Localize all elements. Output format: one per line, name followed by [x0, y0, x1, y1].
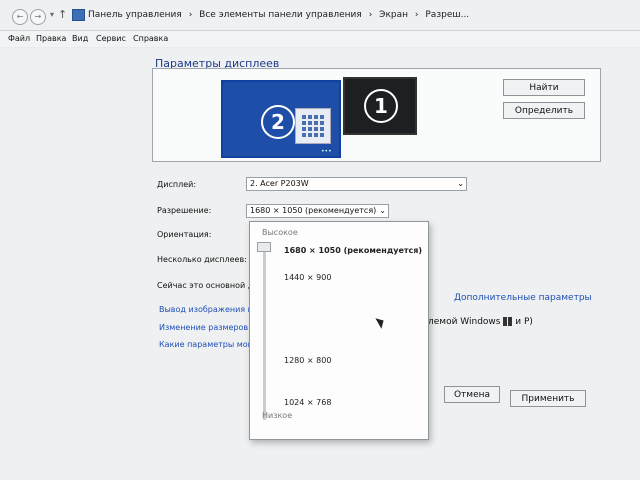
display-select[interactable]: 2. Acer P203W ⌄	[246, 177, 467, 191]
menu-file[interactable]: Файл	[8, 34, 30, 43]
identify-button[interactable]: Определить	[503, 102, 585, 119]
display-value: 2. Acer P203W	[250, 179, 309, 188]
resolution-slider-thumb[interactable]	[257, 242, 271, 252]
taskbar-grid-icon	[295, 108, 331, 144]
resolution-option-selected[interactable]: 1680 × 1050 (рекомендуется)	[284, 246, 422, 255]
menu-view[interactable]: Вид	[72, 34, 88, 43]
crumb-all-items[interactable]: Все элементы панели управления	[199, 10, 362, 20]
crumb-separator: ›	[414, 10, 419, 20]
high-label: Высокое	[262, 228, 298, 237]
resolution-option[interactable]: 1440 × 900	[284, 273, 331, 282]
chevron-down-icon: ⌄	[457, 179, 464, 188]
windows-hint: лемой Windows и P)	[428, 317, 533, 327]
crumb-control-panel[interactable]: Панель управления	[88, 10, 182, 20]
crumb-screen[interactable]: Экран	[379, 10, 408, 20]
main-display-label: Сейчас это основной д	[157, 281, 254, 290]
resolution-select[interactable]: 1680 × 1050 (рекомендуется) ⌄	[246, 204, 389, 218]
recent-dropdown-icon[interactable]: ▾	[50, 10, 54, 19]
resolution-value: 1680 × 1050 (рекомендуется)	[250, 206, 377, 215]
resolution-option[interactable]: 1024 × 768	[284, 398, 331, 407]
chevron-down-icon: ⌄	[379, 206, 386, 215]
resolution-label: Разрешение:	[157, 206, 212, 215]
back-icon[interactable]: ←	[12, 9, 28, 25]
multiple-displays-label: Несколько дисплеев:	[157, 255, 247, 264]
forward-icon[interactable]: →	[30, 9, 46, 25]
apply-button[interactable]: Применить	[510, 390, 586, 407]
menu-tools[interactable]: Сервис	[96, 34, 126, 43]
orientation-label: Ориентация:	[157, 230, 212, 239]
monitor-number: 1	[364, 89, 398, 123]
cancel-button[interactable]: Отмена	[444, 386, 500, 403]
breadcrumb: Панель управления › Все элементы панели …	[88, 10, 473, 20]
crumb-separator: ›	[188, 10, 193, 20]
control-panel-icon	[72, 9, 85, 21]
resolution-slider-track[interactable]	[263, 246, 266, 420]
resize-text-link[interactable]: Изменение размеров те	[159, 323, 260, 332]
up-icon[interactable]: ↑	[58, 8, 67, 21]
crumb-resolution[interactable]: Разреш...	[425, 10, 469, 20]
monitor-1[interactable]: 1	[343, 77, 417, 135]
display-label: Дисплей:	[157, 180, 197, 189]
output-link[interactable]: Вывод изображения на	[159, 305, 258, 314]
windows-hint-text: лемой Windows	[428, 317, 501, 327]
crumb-separator: ›	[368, 10, 373, 20]
windows-logo-icon	[503, 317, 513, 326]
menu-edit[interactable]: Правка	[36, 34, 66, 43]
find-button[interactable]: Найти	[503, 79, 585, 96]
advanced-settings-link[interactable]: Дополнительные параметры	[454, 293, 592, 303]
dots-icon: •••	[321, 148, 332, 155]
monitor-number: 2	[261, 105, 295, 139]
menu-bar: Файл Правка Вид Сервис Справка	[0, 31, 640, 47]
resolution-option[interactable]: 1280 × 800	[284, 356, 331, 365]
which-settings-link[interactable]: Какие параметры мони	[159, 340, 258, 349]
address-bar: ← → ▾ ↑ Панель управления › Все элементы…	[0, 0, 640, 31]
menu-help[interactable]: Справка	[133, 34, 168, 43]
windows-hint-tail: и P)	[515, 317, 533, 327]
low-label: Низкое	[262, 411, 293, 420]
